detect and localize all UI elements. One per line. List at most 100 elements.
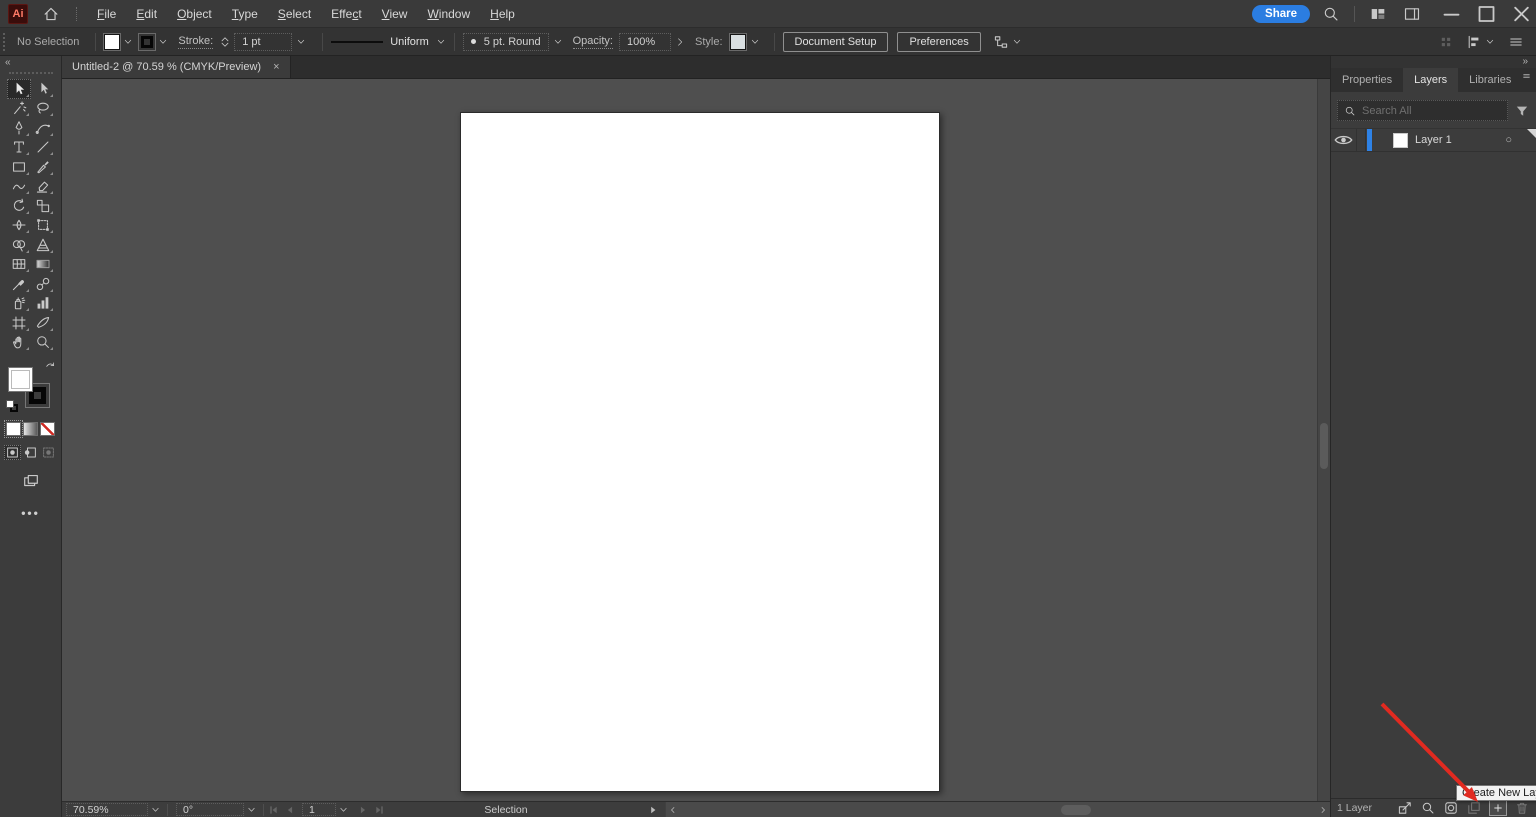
stroke-weight-dropdown-icon[interactable]: [296, 37, 306, 47]
stroke-dropdown-icon[interactable]: [158, 37, 168, 47]
rotation-dropdown-icon[interactable]: [244, 805, 259, 815]
select-similar-icon[interactable]: [1439, 35, 1453, 49]
dock-collapse-button[interactable]: »: [1331, 56, 1536, 68]
canvas[interactable]: [62, 79, 1330, 801]
menu-view[interactable]: View: [372, 7, 418, 21]
panel-menu-icon[interactable]: [1522, 68, 1536, 84]
controlbar-drag-handle[interactable]: [3, 32, 5, 51]
layer-visibility-eye-icon[interactable]: [1331, 129, 1357, 151]
tool-perspective-grid[interactable]: [31, 235, 55, 255]
search-input[interactable]: Search All: [1337, 100, 1508, 121]
tool-slice[interactable]: [31, 313, 55, 333]
tab-libraries[interactable]: Libraries: [1458, 68, 1522, 92]
none-button[interactable]: [40, 422, 55, 436]
tool-free-transform[interactable]: [31, 216, 55, 236]
menu-effect[interactable]: Effect: [321, 7, 371, 21]
tab-close-icon[interactable]: ×: [273, 61, 279, 73]
align-icon[interactable]: [1466, 34, 1482, 50]
filter-icon[interactable]: [1514, 103, 1530, 119]
tool-rotate[interactable]: [7, 196, 31, 216]
close-button[interactable]: [1507, 0, 1536, 28]
document-tab[interactable]: Untitled-2 @ 70.59 % (CMYK/Preview) ×: [62, 56, 291, 78]
horizontal-scrollbar-thumb[interactable]: [1061, 805, 1091, 815]
document-setup-button[interactable]: Document Setup: [782, 31, 889, 52]
menu-help[interactable]: Help: [480, 7, 525, 21]
draw-behind-button[interactable]: [22, 445, 39, 460]
tool-pen[interactable]: [7, 118, 31, 138]
brush-dropdown-icon[interactable]: [553, 37, 563, 47]
artboard-number-field[interactable]: 1: [302, 803, 336, 816]
delete-selection-icon[interactable]: [1514, 800, 1530, 816]
color-button[interactable]: [4, 420, 23, 438]
workspace-switcher-icon[interactable]: [1403, 5, 1421, 23]
tool-paintbrush[interactable]: [31, 157, 55, 177]
control-panel-menu-icon[interactable]: [1508, 34, 1524, 50]
maximize-button[interactable]: [1472, 0, 1501, 28]
opacity-expand-icon[interactable]: [675, 37, 685, 47]
fill-indicator-swatch[interactable]: [7, 367, 33, 392]
status-display[interactable]: Selection: [431, 804, 581, 816]
more-options-dropdown-icon[interactable]: [1012, 37, 1022, 47]
draw-normal-button[interactable]: [4, 445, 21, 460]
last-artboard-icon[interactable]: [373, 804, 385, 816]
profile-dropdown-icon[interactable]: [436, 37, 446, 47]
tab-properties[interactable]: Properties: [1331, 68, 1403, 92]
swap-fill-stroke-icon[interactable]: [44, 361, 56, 373]
app-logo-icon[interactable]: Ai: [8, 3, 28, 24]
tool-type[interactable]: [7, 138, 31, 158]
tool-eraser[interactable]: [31, 177, 55, 197]
menu-type[interactable]: Type: [222, 7, 268, 21]
fill-color-swatch[interactable]: [103, 32, 122, 51]
arrange-documents-icon[interactable]: [1369, 5, 1387, 23]
style-dropdown-icon[interactable]: [750, 37, 760, 47]
tool-blend[interactable]: [31, 274, 55, 294]
layer-lock-column[interactable]: [1357, 129, 1366, 151]
tool-selection[interactable]: [6, 79, 31, 99]
draw-inside-button[interactable]: [40, 445, 57, 460]
home-icon[interactable]: [40, 5, 62, 23]
default-fill-stroke-icon[interactable]: [5, 400, 18, 412]
edit-toolbar-button[interactable]: •••: [21, 506, 40, 520]
fill-dropdown-icon[interactable]: [123, 37, 133, 47]
tool-zoom[interactable]: [31, 333, 55, 353]
vertical-scrollbar-thumb[interactable]: [1320, 423, 1328, 469]
tab-layers[interactable]: Layers: [1403, 68, 1459, 92]
scroll-left-icon[interactable]: [666, 805, 680, 815]
tool-shaper[interactable]: [7, 177, 31, 197]
share-button[interactable]: Share: [1252, 4, 1310, 23]
tool-lasso[interactable]: [31, 99, 55, 119]
zoom-level-field[interactable]: 70.59%: [66, 803, 148, 816]
zoom-dropdown-icon[interactable]: [148, 805, 163, 815]
tool-artboard[interactable]: [7, 313, 31, 333]
tool-direct-selection[interactable]: [31, 79, 55, 99]
align-dropdown[interactable]: [1466, 34, 1495, 50]
change-screen-mode-icon[interactable]: [22, 472, 40, 490]
tool-mesh[interactable]: [7, 255, 31, 275]
artboard[interactable]: [460, 112, 940, 792]
stroke-weight-field[interactable]: 1 pt: [234, 32, 293, 51]
stroke-panel-link[interactable]: Stroke:: [178, 35, 214, 49]
stroke-color-swatch[interactable]: [138, 32, 157, 51]
opacity-panel-link[interactable]: Opacity:: [572, 35, 613, 49]
tool-column-graph[interactable]: [31, 294, 55, 314]
tool-scale[interactable]: [31, 196, 55, 216]
tool-magic-wand[interactable]: [7, 99, 31, 119]
create-new-sublayer-icon[interactable]: [1466, 800, 1482, 816]
minimize-button[interactable]: [1437, 0, 1466, 28]
layer-row[interactable]: Layer 1 ○: [1331, 128, 1536, 152]
stroke-weight-stepper[interactable]: [219, 36, 231, 48]
toolbar-drag-handle[interactable]: [8, 72, 53, 74]
make-clipping-mask-icon[interactable]: [1443, 800, 1459, 816]
tool-eyedropper[interactable]: [7, 274, 31, 294]
tool-width[interactable]: [7, 216, 31, 236]
align-dropdown-icon[interactable]: [1485, 37, 1495, 47]
tool-rectangle[interactable]: [7, 157, 31, 177]
menu-edit[interactable]: Edit: [126, 7, 167, 21]
rotation-field[interactable]: 0°: [176, 803, 244, 816]
layer-name-label[interactable]: Layer 1: [1415, 134, 1452, 146]
style-swatch[interactable]: [728, 32, 747, 51]
brush-definition-dropdown[interactable]: 5 pt. Round: [462, 32, 549, 51]
layer-thumbnail[interactable]: [1393, 132, 1408, 148]
status-menu-icon[interactable]: [647, 804, 659, 816]
more-options-icon[interactable]: [993, 34, 1009, 50]
